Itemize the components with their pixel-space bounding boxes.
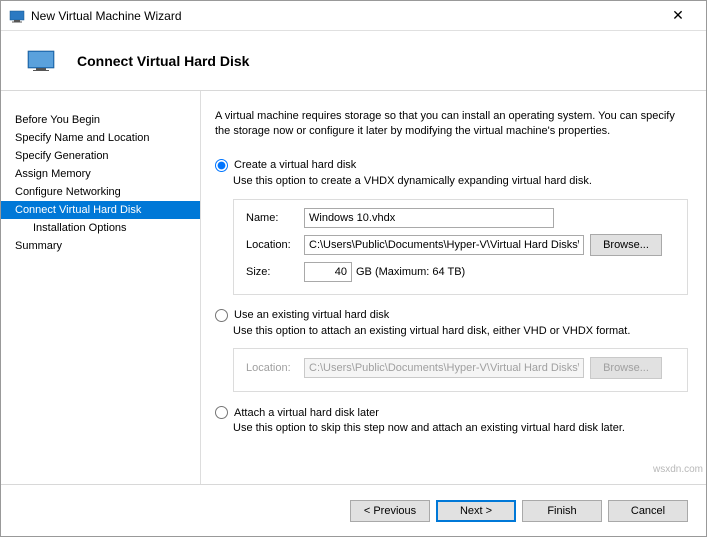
radio-later[interactable]: Attach a virtual hard disk later <box>215 406 688 419</box>
create-description: Use this option to create a VHDX dynamic… <box>233 174 688 189</box>
radio-create[interactable]: Create a virtual hard disk <box>215 159 688 172</box>
radio-later-input[interactable] <box>215 406 228 419</box>
finish-button[interactable]: Finish <box>522 500 602 522</box>
wizard-dialog: New Virtual Machine Wizard ✕ Connect Vir… <box>0 0 707 537</box>
name-label: Name: <box>246 212 304 224</box>
radio-existing-label: Use an existing virtual hard disk <box>234 309 389 321</box>
radio-create-label: Create a virtual hard disk <box>234 159 356 171</box>
footer: < Previous Next > Finish Cancel <box>1 484 706 536</box>
location-input[interactable] <box>304 235 584 255</box>
nav-installation-options[interactable]: Installation Options <box>1 219 200 237</box>
next-button[interactable]: Next > <box>436 500 516 522</box>
radio-create-input[interactable] <box>215 159 228 172</box>
app-icon <box>9 8 25 24</box>
radio-existing-input[interactable] <box>215 309 228 322</box>
nav-connect-virtual-hard-disk[interactable]: Connect Virtual Hard Disk <box>1 201 200 219</box>
browse-button[interactable]: Browse... <box>590 234 662 256</box>
create-fieldset: Name: Location: Browse... Size: GB (Maxi… <box>233 199 688 295</box>
location-label: Location: <box>246 239 304 251</box>
existing-description: Use this option to attach an existing vi… <box>233 324 688 339</box>
nav-summary[interactable]: Summary <box>1 237 200 255</box>
option-create: Create a virtual hard disk Use this opti… <box>215 159 688 295</box>
nav-configure-networking[interactable]: Configure Networking <box>1 183 200 201</box>
window-title: New Virtual Machine Wizard <box>31 9 658 23</box>
wizard-icon <box>27 50 55 72</box>
close-icon[interactable]: ✕ <box>658 7 698 24</box>
size-label: Size: <box>246 266 304 278</box>
nav-specify-name-location[interactable]: Specify Name and Location <box>1 129 200 147</box>
intro-text: A virtual machine requires storage so th… <box>215 109 688 139</box>
size-suffix: GB (Maximum: 64 TB) <box>356 266 465 278</box>
existing-fieldset: Location: Browse... <box>233 348 688 392</box>
later-description: Use this option to skip this step now an… <box>233 421 688 436</box>
content: A virtual machine requires storage so th… <box>201 91 706 484</box>
page-title: Connect Virtual Hard Disk <box>77 53 249 69</box>
radio-existing[interactable]: Use an existing virtual hard disk <box>215 309 688 322</box>
name-input[interactable] <box>304 208 554 228</box>
option-later: Attach a virtual hard disk later Use thi… <box>215 406 688 436</box>
existing-browse-button: Browse... <box>590 357 662 379</box>
size-input[interactable] <box>304 262 352 282</box>
nav-specify-generation[interactable]: Specify Generation <box>1 147 200 165</box>
wizard-nav: Before You Begin Specify Name and Locati… <box>1 91 201 484</box>
nav-before-you-begin[interactable]: Before You Begin <box>1 111 200 129</box>
cancel-button[interactable]: Cancel <box>608 500 688 522</box>
header: Connect Virtual Hard Disk <box>1 31 706 91</box>
radio-later-label: Attach a virtual hard disk later <box>234 407 379 419</box>
nav-assign-memory[interactable]: Assign Memory <box>1 165 200 183</box>
option-existing: Use an existing virtual hard disk Use th… <box>215 309 688 393</box>
existing-location-input <box>304 358 584 378</box>
body: Before You Begin Specify Name and Locati… <box>1 91 706 484</box>
previous-button[interactable]: < Previous <box>350 500 430 522</box>
existing-location-label: Location: <box>246 362 304 374</box>
titlebar: New Virtual Machine Wizard ✕ <box>1 1 706 31</box>
